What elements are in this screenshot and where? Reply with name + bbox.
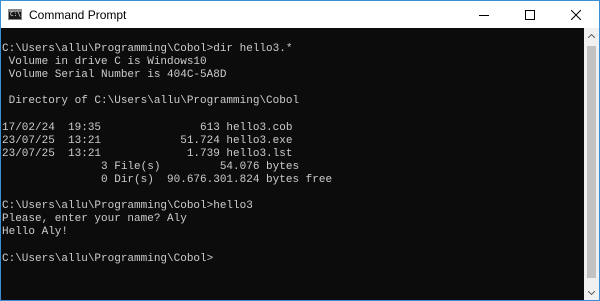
console-line: 23/07/25 13:21 1.739 hello3.lst [2,148,293,160]
minimize-button[interactable] [461,1,507,28]
close-icon [571,9,581,20]
console-line: 17/02/24 19:35 613 hello3.cob [2,122,293,134]
close-button[interactable] [553,1,599,28]
console-line: C:\Users\allu\Programming\Cobol>dir hell… [2,43,293,55]
command-prompt-icon: C:\ [8,9,22,20]
console-line: Volume in drive C is Windows10 [2,56,207,68]
console-line: 3 File(s) 54.076 bytes [2,161,300,173]
icon-label: C:\ [10,11,21,18]
title-bar[interactable]: C:\ Command Prompt [1,1,599,28]
maximize-button[interactable] [507,1,553,28]
chevron-down-icon [588,290,595,295]
console-output[interactable]: C:\Users\allu\Programming\Cobol>dir hell… [1,28,584,300]
console-line: Hello Aly! [2,226,69,238]
window-title: Command Prompt [29,7,127,22]
scroll-up-button[interactable] [584,28,599,43]
console-line: Volume Serial Number is 404C-5A8D [2,69,227,81]
window-controls [461,1,599,28]
console-line: 23/07/25 13:21 51.724 hello3.exe [2,135,293,147]
chevron-up-icon [588,33,595,38]
console-line: Please, enter your name? Aly [2,213,187,225]
console-line: C:\Users\allu\Programming\Cobol>hello3 [2,200,253,212]
vertical-scrollbar[interactable] [584,28,599,300]
console-prompt: C:\Users\allu\Programming\Cobol> [2,253,214,265]
command-prompt-window: C:\ Command Prompt C:\Users\allu\Program… [0,0,600,301]
console-line: 0 Dir(s) 90.676.301.824 bytes free [2,174,333,186]
maximize-icon [525,9,535,20]
scroll-down-button[interactable] [584,285,599,300]
scroll-thumb[interactable] [587,46,596,278]
console-line: Directory of C:\Users\allu\Programming\C… [2,95,300,107]
minimize-icon [479,14,489,16]
